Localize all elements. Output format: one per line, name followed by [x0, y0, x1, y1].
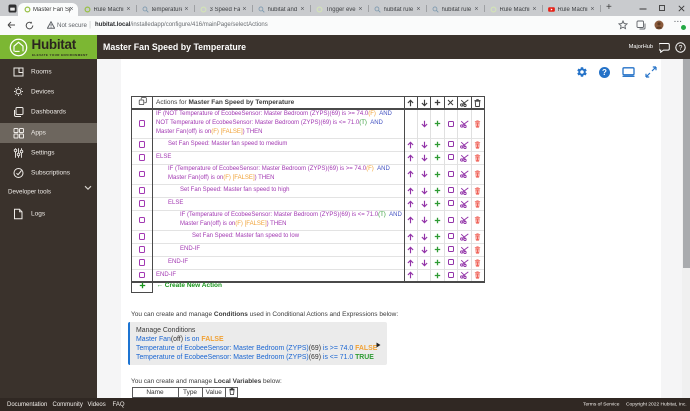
svg-text:?: ? — [679, 45, 683, 52]
svg-text:?: ? — [602, 68, 607, 77]
